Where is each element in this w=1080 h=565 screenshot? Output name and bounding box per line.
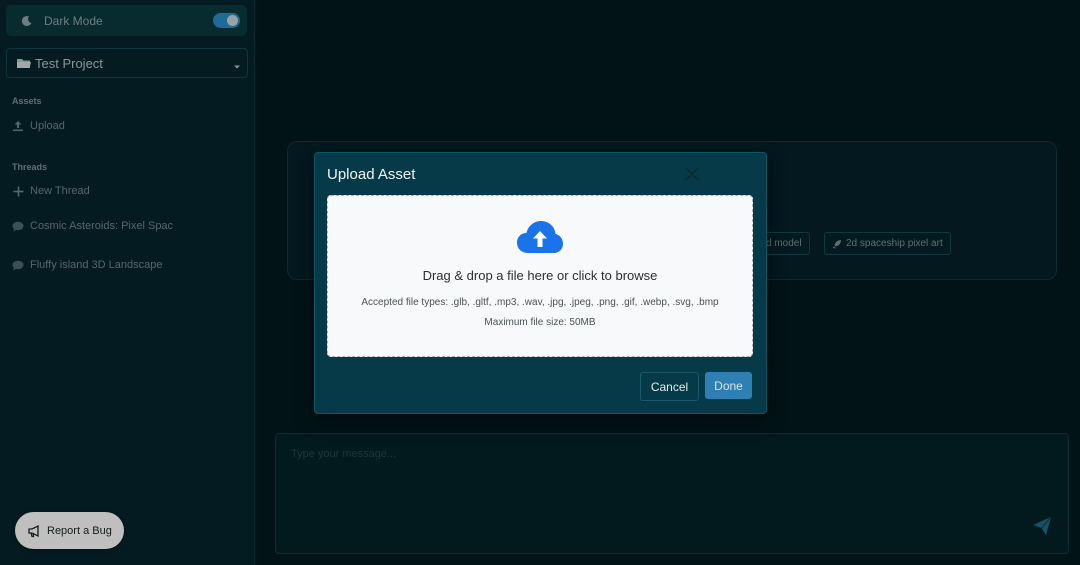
done-button[interactable]: Done (705, 372, 752, 399)
cloud-upload-icon (516, 220, 564, 254)
upload-asset-modal: Upload Asset Drag & drop a file here or … (314, 152, 767, 414)
file-dropzone[interactable]: Drag & drop a file here or click to brow… (327, 195, 753, 357)
dropzone-main-text: Drag & drop a file here or click to brow… (422, 268, 658, 283)
modal-title: Upload Asset (327, 166, 416, 183)
accepted-types-text: Accepted file types: .glb, .gltf, .mp3, … (361, 297, 719, 308)
close-icon[interactable] (685, 167, 699, 181)
cancel-button[interactable]: Cancel (640, 372, 699, 401)
max-size-text: Maximum file size: 50MB (484, 317, 596, 328)
